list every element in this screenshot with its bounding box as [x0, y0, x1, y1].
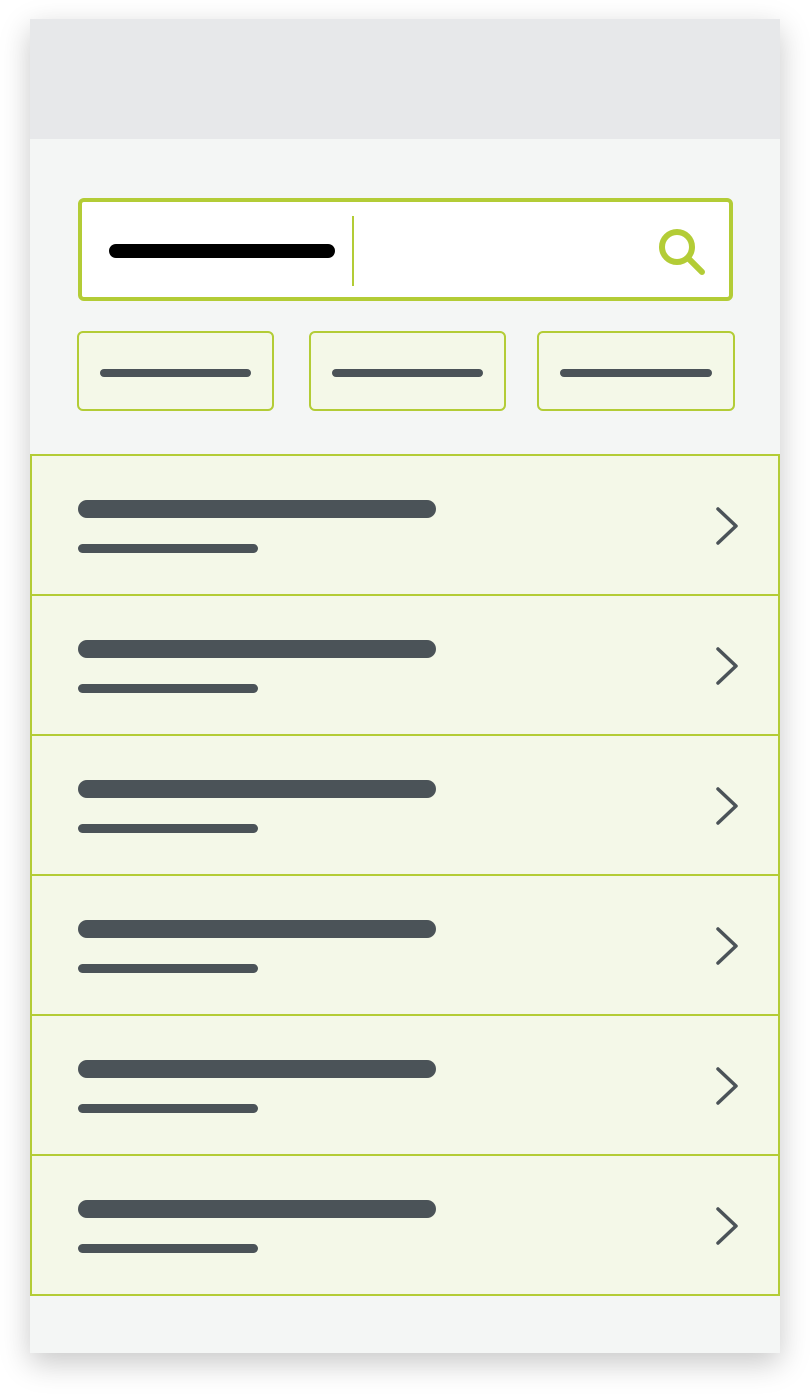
results-list [30, 454, 780, 1296]
list-item-title-placeholder [78, 780, 436, 798]
filter-chips [77, 331, 736, 411]
filter-chip-label-placeholder [560, 369, 712, 377]
search-icon[interactable] [656, 226, 708, 278]
chevron-right-icon [716, 647, 738, 685]
list-item-title-placeholder [78, 1200, 436, 1218]
search-query-placeholder-text [109, 244, 335, 258]
list-item[interactable] [30, 734, 780, 876]
phone-screen [30, 19, 780, 1353]
list-item-title-placeholder [78, 500, 436, 518]
list-item-title-placeholder [78, 640, 436, 658]
list-item-title-placeholder [78, 1060, 436, 1078]
chevron-right-icon [716, 1067, 738, 1105]
filter-chip-2[interactable] [309, 331, 506, 411]
filter-chip-1[interactable] [77, 331, 274, 411]
filter-chip-label-placeholder [332, 369, 483, 377]
chevron-right-icon [716, 927, 738, 965]
list-item-subtitle-placeholder [78, 824, 258, 833]
list-item[interactable] [30, 594, 780, 736]
list-item-subtitle-placeholder [78, 544, 258, 553]
chevron-right-icon [716, 507, 738, 545]
filter-chip-label-placeholder [100, 369, 251, 377]
list-item-subtitle-placeholder [78, 1244, 258, 1253]
list-item[interactable] [30, 1154, 780, 1296]
list-item[interactable] [30, 874, 780, 1016]
list-item-subtitle-placeholder [78, 684, 258, 693]
search-input[interactable] [78, 198, 733, 301]
chevron-right-icon [716, 787, 738, 825]
list-item-title-placeholder [78, 920, 436, 938]
filter-chip-3[interactable] [537, 331, 735, 411]
list-item-subtitle-placeholder [78, 964, 258, 973]
list-item[interactable] [30, 1014, 780, 1156]
chevron-right-icon [716, 1207, 738, 1245]
list-item-subtitle-placeholder [78, 1104, 258, 1113]
list-item[interactable] [30, 454, 780, 596]
text-caret [352, 216, 354, 286]
top-bar [30, 19, 780, 139]
